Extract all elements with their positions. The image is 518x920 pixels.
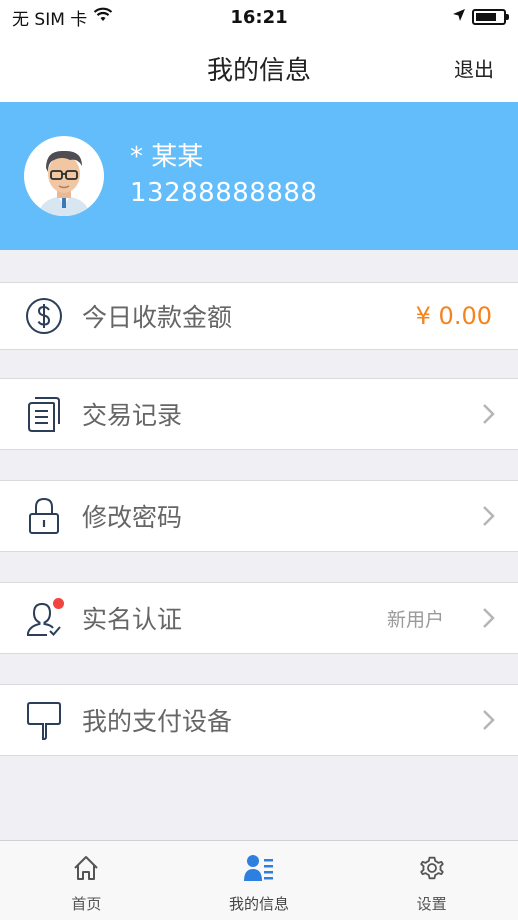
dollar-circle-icon (24, 296, 64, 336)
chevron-right-icon (482, 402, 496, 426)
notification-badge (53, 598, 64, 609)
verification-row[interactable]: 实名认证 新用户 (0, 582, 518, 654)
profile-banner: * 某某 13288888888 (0, 102, 518, 250)
page-title: 我的信息 (206, 55, 311, 86)
logout-button[interactable]: 退出 (454, 54, 494, 83)
chevron-right-icon (482, 504, 496, 528)
tab-settings[interactable]: 设置 (345, 841, 518, 920)
chevron-right-icon (482, 708, 496, 732)
tab-settings-label: 设置 (416, 895, 447, 913)
transactions-row[interactable]: 交易记录 (0, 378, 518, 450)
document-stack-icon (24, 394, 64, 434)
user-verify-icon (24, 598, 64, 638)
avatar[interactable] (24, 136, 104, 216)
tab-my-info-label: 我的信息 (229, 895, 290, 913)
carrier-label: 无 SIM 卡 (12, 9, 88, 30)
status-bar: 无 SIM 卡 16:21 (0, 0, 518, 34)
today-income-row: 今日收款金额 ¥ 0.00 (0, 282, 518, 350)
today-income-label: 今日收款金额 (82, 303, 233, 332)
device-icon (24, 700, 64, 740)
profile-name: * 某某 (130, 142, 204, 172)
tab-my-info[interactable]: 我的信息 (173, 841, 346, 920)
change-password-label: 修改密码 (82, 503, 183, 532)
location-arrow-icon (452, 7, 466, 27)
avatar-person-icon (38, 150, 90, 216)
gear-icon (417, 853, 447, 883)
verification-status: 新用户 (386, 608, 444, 631)
change-password-row[interactable]: 修改密码 (0, 480, 518, 552)
transactions-label: 交易记录 (82, 401, 183, 430)
profile-phone: 13288888888 (130, 178, 318, 208)
lock-icon (24, 496, 64, 536)
tab-bar: 首页 我的信息 设置 (0, 840, 518, 920)
status-right (452, 7, 509, 27)
profile-text: * 某某 13288888888 (130, 140, 317, 212)
wifi-icon (93, 7, 113, 28)
profile-list-icon (244, 853, 274, 883)
home-icon (71, 853, 101, 883)
today-income-value: ¥ 0.00 (415, 302, 492, 330)
chevron-right-icon (482, 606, 496, 630)
tab-home-label: 首页 (71, 895, 102, 913)
status-left: 无 SIM 卡 (12, 5, 113, 30)
payment-devices-label: 我的支付设备 (82, 707, 233, 736)
nav-bar: 我的信息 退出 (0, 34, 518, 102)
battery-icon (472, 9, 509, 25)
payment-devices-row[interactable]: 我的支付设备 (0, 684, 518, 756)
tab-home[interactable]: 首页 (0, 841, 173, 920)
verification-label: 实名认证 (82, 605, 183, 634)
battery-fill (476, 13, 496, 21)
